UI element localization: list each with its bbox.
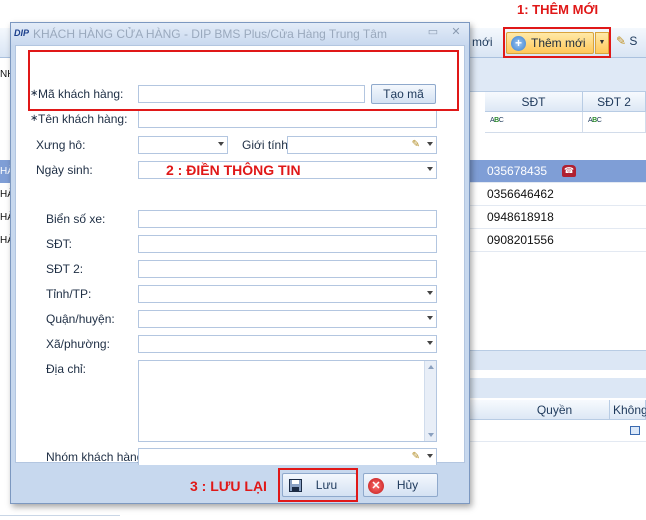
column-header-sdt2-label: SĐT 2 xyxy=(597,95,631,109)
pencil-icon[interactable]: ✎ xyxy=(412,139,420,150)
subgrid-group-panel xyxy=(470,378,646,398)
column-header-permission-label: Quyền xyxy=(536,403,573,417)
salutation-label: Xưng hô: xyxy=(36,138,86,152)
province-label: Tỉnh/TP: xyxy=(46,287,92,301)
text-filter-icon: ABC xyxy=(588,117,602,124)
subgrid-row[interactable] xyxy=(470,421,646,442)
customer-group-select[interactable]: ✎ xyxy=(138,448,437,466)
phone2-label: SĐT 2: xyxy=(46,262,84,276)
filter-cell-sdt2[interactable]: ABC xyxy=(583,112,646,133)
table-cell-phone: 0908201556 xyxy=(487,233,554,247)
customer-name-label: Tên khách hàng: xyxy=(38,112,128,126)
table-row[interactable]: 0948618918 xyxy=(466,206,646,229)
salutation-select[interactable] xyxy=(138,136,228,154)
table-cell-phone: 035678435 xyxy=(487,164,548,178)
birthdate-label: Ngày sinh: xyxy=(36,163,93,177)
district-select[interactable] xyxy=(138,310,437,328)
table-cell-phone: 0948618918 xyxy=(487,210,554,224)
chevron-down-icon xyxy=(218,142,224,146)
section-divider xyxy=(470,350,646,370)
phone-icon: ☎ xyxy=(562,165,576,177)
ward-select[interactable] xyxy=(138,335,437,353)
group-panel xyxy=(470,58,646,92)
app-logo: DIP xyxy=(14,28,30,38)
cancel-button[interactable]: ✕ Hủy xyxy=(363,473,438,497)
pencil-icon: ✎ xyxy=(616,34,627,48)
cancel-label: Hủy xyxy=(396,478,419,492)
scroll-up-icon[interactable] xyxy=(428,365,434,369)
phone-label: SĐT: xyxy=(46,237,73,251)
address-label: Địa chỉ: xyxy=(46,362,87,376)
close-icon[interactable]: ✕ xyxy=(448,26,464,40)
column-header-sdt2[interactable]: SĐT 2 xyxy=(583,92,646,112)
table-cell-phone: 0356646462 xyxy=(487,187,554,201)
step3-highlight-box xyxy=(278,468,358,502)
plate-number-input[interactable] xyxy=(138,210,437,228)
chevron-down-icon xyxy=(427,341,433,345)
column-header-khong-label: Không xyxy=(613,403,646,417)
phone2-input[interactable] xyxy=(138,260,437,278)
table-row[interactable]: 0908201556 xyxy=(466,229,646,252)
edit-button[interactable]: ✎ S xyxy=(616,34,637,48)
address-textarea[interactable] xyxy=(138,360,437,442)
chevron-down-icon xyxy=(427,291,433,295)
gender-label: Giới tính: xyxy=(242,138,292,152)
chevron-down-icon xyxy=(427,167,433,171)
edit-button-label: S xyxy=(629,34,638,48)
chevron-down-icon xyxy=(427,454,433,458)
chevron-down-icon xyxy=(427,142,433,146)
left-grid-edge xyxy=(0,60,10,520)
table-row[interactable]: 035678435 ☎ xyxy=(466,160,646,183)
left-cell-fragment: HÀ xyxy=(0,235,10,246)
step2-annotation: 2 : ĐIỀN THÔNG TIN xyxy=(166,162,301,178)
district-label: Quận/huyện: xyxy=(46,312,115,326)
scroll-down-icon[interactable] xyxy=(428,433,434,437)
plate-number-label: Biển số xe: xyxy=(46,212,106,226)
left-cell-fragment: HÀ xyxy=(0,189,10,200)
column-header-permission[interactable]: Quyền xyxy=(470,400,610,420)
column-header-sdt[interactable]: SĐT xyxy=(485,92,583,112)
left-cell-fragment: HÀ xyxy=(0,212,10,223)
left-cell-fragment: NH xyxy=(0,69,10,80)
column-header-sdt-label: SĐT xyxy=(521,95,546,109)
chevron-down-icon xyxy=(427,316,433,320)
customer-group-label: Nhóm khách hàng: xyxy=(46,450,147,464)
phone-input[interactable] xyxy=(138,235,437,253)
customer-name-input[interactable] xyxy=(138,110,437,128)
step2-highlight-box xyxy=(28,50,459,111)
cancel-icon: ✕ xyxy=(368,478,384,494)
dialog-title: KHÁCH HÀNG CỬA HÀNG - DIP BMS Plus/Cửa H… xyxy=(33,27,387,41)
table-row[interactable]: 0356646462 xyxy=(466,183,646,206)
text-filter-icon: ABC xyxy=(490,117,504,124)
pencil-icon[interactable]: ✎ xyxy=(412,451,420,462)
checkbox-icon[interactable] xyxy=(630,426,640,435)
step1-highlight-box xyxy=(503,27,611,58)
step3-annotation: 3 : LƯU LẠI xyxy=(190,478,267,494)
ward-label: Xã/phường: xyxy=(46,337,110,351)
left-cell-fragment: HÀ xyxy=(0,160,10,183)
dialog-titlebar[interactable]: DIP KHÁCH HÀNG CỬA HÀNG - DIP BMS Plus/C… xyxy=(11,23,469,45)
column-header-khong[interactable]: Không xyxy=(610,400,646,420)
address-scrollbar[interactable] xyxy=(424,361,436,441)
filter-cell-sdt[interactable]: ABC xyxy=(485,112,583,133)
step1-annotation: 1: THÊM MỚI xyxy=(517,2,599,17)
minimize-icon[interactable]: ▭ xyxy=(425,26,441,40)
gender-select[interactable]: ✎ xyxy=(287,136,437,154)
province-select[interactable] xyxy=(138,285,437,303)
toolbar-partial-label[interactable]: mới xyxy=(472,35,493,49)
status-divider xyxy=(0,515,120,520)
